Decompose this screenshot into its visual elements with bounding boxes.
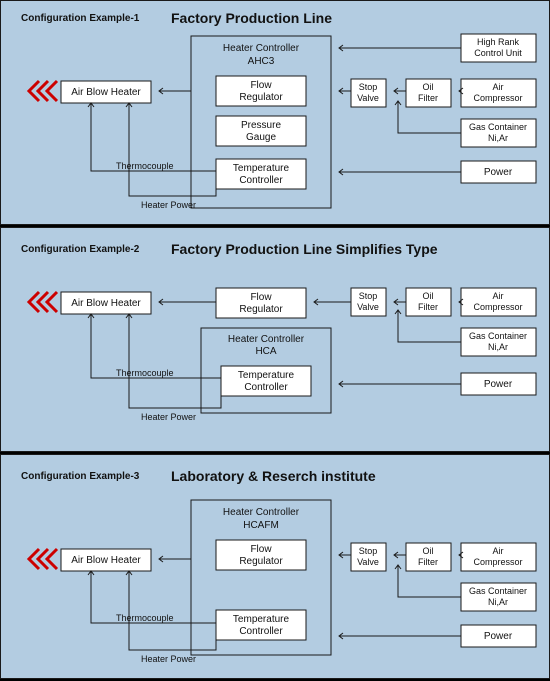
heater-power-label: Heater Power	[141, 200, 196, 210]
panel-config-1: Configuration Example-1 Factory Producti…	[0, 0, 550, 225]
svg-text:Gas Container: Gas Container	[469, 331, 527, 341]
controller-bottom: HCAFM	[243, 520, 279, 531]
svg-text:Stop: Stop	[359, 291, 378, 301]
svg-text:Gas Container: Gas Container	[469, 586, 527, 596]
subtitle: Configuration Example-1	[21, 13, 140, 24]
svg-text:Gauge: Gauge	[246, 132, 276, 143]
svg-text:Gas Container: Gas Container	[469, 122, 527, 132]
air-blow-heater-label: Air Blow Heater	[71, 555, 141, 566]
svg-text:Ni,Ar: Ni,Ar	[488, 342, 508, 352]
svg-text:Oil: Oil	[423, 82, 434, 92]
title: Factory Production Line	[171, 10, 332, 26]
svg-text:Controller: Controller	[244, 382, 288, 393]
controller-bottom: AHC3	[248, 56, 275, 67]
heat-flow-icon	[29, 549, 57, 569]
svg-text:Stop: Stop	[359, 82, 378, 92]
subtitle: Configuration Example-2	[21, 244, 140, 255]
svg-text:Temperature: Temperature	[233, 163, 290, 174]
svg-text:Temperature: Temperature	[238, 370, 295, 381]
thermo-label: Thermocouple	[116, 161, 174, 171]
svg-text:Flow: Flow	[250, 544, 272, 555]
svg-text:Controller: Controller	[239, 626, 283, 637]
heater-power-label: Heater Power	[141, 654, 196, 664]
title: Factory Production Line Simplifies Type	[171, 241, 438, 257]
controller-top: Heater Controller	[223, 507, 300, 518]
svg-text:Air: Air	[493, 291, 504, 301]
svg-text:Valve: Valve	[357, 557, 379, 567]
svg-text:Flow: Flow	[250, 80, 272, 91]
title: Laboratory & Reserch institute	[171, 468, 376, 484]
svg-text:Flow: Flow	[250, 292, 272, 303]
panel-config-2: Configuration Example-2 Factory Producti…	[0, 227, 550, 452]
controller-top: Heater Controller	[223, 43, 300, 54]
svg-text:Compressor: Compressor	[473, 302, 522, 312]
svg-text:Compressor: Compressor	[473, 93, 522, 103]
svg-text:Filter: Filter	[418, 302, 438, 312]
svg-text:Oil: Oil	[423, 291, 434, 301]
thermo-label: Thermocouple	[116, 368, 174, 378]
heat-flow-icon	[29, 292, 57, 312]
svg-text:Ni,Ar: Ni,Ar	[488, 597, 508, 607]
power-label: Power	[484, 167, 513, 178]
svg-text:Controller: Controller	[239, 175, 283, 186]
svg-text:Temperature: Temperature	[233, 614, 290, 625]
heat-flow-icon	[29, 81, 57, 101]
svg-text:Regulator: Regulator	[239, 556, 283, 567]
svg-text:Valve: Valve	[357, 302, 379, 312]
svg-text:Pressure: Pressure	[241, 120, 281, 131]
air-blow-heater-label: Air Blow Heater	[71, 87, 141, 98]
svg-text:Air: Air	[493, 82, 504, 92]
controller-bottom: HCA	[255, 346, 276, 357]
svg-text:Air: Air	[493, 546, 504, 556]
svg-text:High Rank: High Rank	[477, 37, 520, 47]
controller-top: Heater Controller	[228, 334, 305, 345]
svg-text:Stop: Stop	[359, 546, 378, 556]
svg-text:Filter: Filter	[418, 557, 438, 567]
svg-text:Oil: Oil	[423, 546, 434, 556]
svg-text:Control Unit: Control Unit	[474, 48, 522, 58]
svg-text:Ni,Ar: Ni,Ar	[488, 133, 508, 143]
panel-config-3: Configuration Example-3 Laboratory & Res…	[0, 454, 550, 679]
svg-text:Regulator: Regulator	[239, 92, 283, 103]
svg-text:Valve: Valve	[357, 93, 379, 103]
air-blow-heater-label: Air Blow Heater	[71, 298, 141, 309]
power-label: Power	[484, 379, 513, 390]
svg-text:Regulator: Regulator	[239, 304, 283, 315]
power-label: Power	[484, 631, 513, 642]
svg-text:Compressor: Compressor	[473, 557, 522, 567]
svg-text:Filter: Filter	[418, 93, 438, 103]
heater-power-label: Heater Power	[141, 412, 196, 422]
subtitle: Configuration Example-3	[21, 471, 140, 482]
thermo-label: Thermocouple	[116, 613, 174, 623]
